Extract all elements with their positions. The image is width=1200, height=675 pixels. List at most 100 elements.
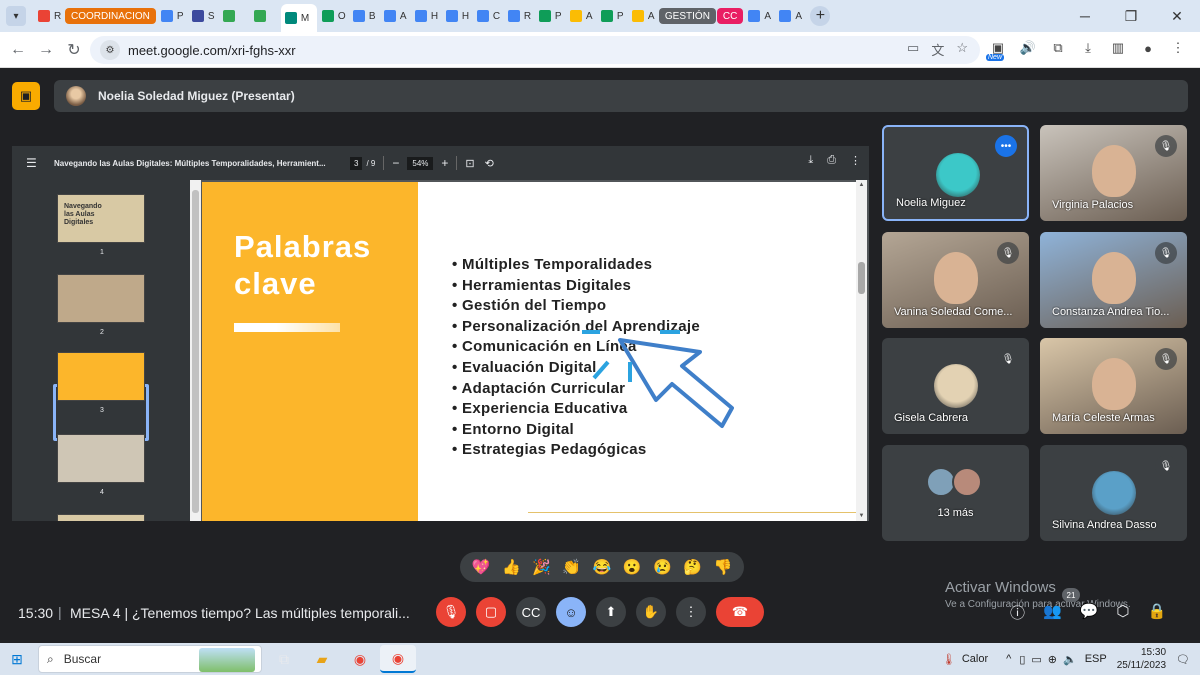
chevron-up-icon[interactable]: ^	[1006, 653, 1011, 665]
minimize-button[interactable]: ─	[1062, 0, 1108, 32]
notifications-icon[interactable]: 🗨	[1176, 653, 1190, 666]
thumbnail-scroll-thumb[interactable]	[192, 190, 199, 513]
network-icon[interactable]: ⊕	[1048, 653, 1057, 666]
browser-tab[interactable]: P	[535, 4, 565, 28]
camera-off-button[interactable]: ▢	[476, 597, 506, 627]
reload-button[interactable]: ↻	[60, 36, 88, 64]
browser-tab[interactable]: A	[566, 4, 596, 28]
more-options-icon[interactable]: ⋮	[850, 154, 861, 167]
browser-tab[interactable]: P	[597, 4, 627, 28]
print-icon[interactable]: ⎙	[827, 154, 836, 167]
participant-tile[interactable]: 13 más	[882, 445, 1029, 541]
forward-button[interactable]: →	[32, 36, 60, 64]
reaction-emoji[interactable]: 👏	[562, 558, 581, 576]
page-scrollbar[interactable]: ▲ ▼	[856, 180, 867, 521]
volume-icon[interactable]: 🔈	[1063, 653, 1077, 666]
participant-tile[interactable]: Constanza Andrea Tio... 🎙	[1040, 232, 1187, 328]
close-window-button[interactable]: ✕	[1154, 0, 1200, 32]
tab-search-button[interactable]: ▾	[6, 6, 26, 26]
participant-tile[interactable]: Silvina Andrea Dasso 🎙	[1040, 445, 1187, 541]
site-info-icon[interactable]: ⚙	[100, 40, 120, 60]
translate-icon[interactable]: 文	[931, 40, 944, 59]
participant-tile[interactable]: Vanina Soledad Come... 🎙	[882, 232, 1029, 328]
download-icon[interactable]: ⤓	[1076, 36, 1100, 60]
browser-tab[interactable]: O	[318, 4, 348, 28]
fit-page-icon[interactable]: ⊡	[465, 157, 474, 170]
browser-menu-icon[interactable]: ⋮	[1166, 36, 1190, 60]
url-field[interactable]: ⚙ meet.google.com/xri-fghs-xxr ▭ 文 ☆	[90, 36, 980, 64]
chat-icon[interactable]: 💬	[1080, 602, 1099, 623]
activities-icon[interactable]: ⬡	[1116, 602, 1129, 623]
page-thumbnail[interactable]	[57, 434, 145, 483]
browser-tab[interactable]	[250, 4, 280, 28]
browser-tab[interactable]: R	[34, 4, 64, 28]
pdf-menu-icon[interactable]: ☰	[26, 156, 46, 170]
page-number-input[interactable]: 3	[350, 156, 363, 170]
audio-icon[interactable]: 🔊	[1016, 36, 1040, 60]
participant-tile[interactable]: Virginia Palacios 🎙	[1040, 125, 1187, 221]
participant-tile[interactable]: María Celeste Armas 🎙	[1040, 338, 1187, 434]
captions-button[interactable]: CC	[516, 597, 546, 627]
chrome-active-icon[interactable]: ◉	[380, 645, 416, 673]
camera-icon[interactable]: ▭	[907, 40, 919, 59]
people-icon[interactable]: 👥	[1043, 602, 1062, 623]
stop-presenting-icon[interactable]: ▣	[12, 82, 40, 110]
browser-tab[interactable]: A	[775, 4, 805, 28]
reaction-emoji[interactable]: 👍	[502, 558, 521, 576]
back-button[interactable]: ←	[4, 36, 32, 64]
extensions-icon[interactable]: ⧉	[1046, 36, 1070, 60]
browser-tab[interactable]: M	[280, 4, 317, 32]
host-controls-icon[interactable]: 🔒	[1148, 602, 1167, 623]
extension-new-icon[interactable]: ▣ New	[986, 36, 1010, 61]
weather-text[interactable]: Calor	[962, 653, 988, 665]
browser-tab[interactable]: S	[188, 4, 218, 28]
browser-tab[interactable]: R	[504, 4, 534, 28]
download-icon[interactable]: ⤓	[808, 154, 813, 167]
zoom-out-button[interactable]: −	[392, 156, 399, 170]
reaction-emoji[interactable]: 👎	[714, 558, 733, 576]
zoom-level[interactable]: 54%	[407, 156, 434, 170]
leave-call-button[interactable]: ☎	[716, 597, 764, 627]
windows-start-icon[interactable]: ⊞	[0, 643, 34, 675]
browser-tab[interactable]: COORDINACION	[65, 8, 156, 24]
browser-tab[interactable]: H	[442, 4, 472, 28]
taskbar-clock[interactable]: 15:30 25/11/2023	[1117, 646, 1166, 672]
zoom-in-button[interactable]: +	[441, 156, 448, 170]
participant-tile[interactable]: Noelia Miguez •••	[882, 125, 1029, 221]
present-button[interactable]: ⬆	[596, 597, 626, 627]
mic-tray-icon[interactable]: ▯	[1019, 653, 1025, 666]
reactions-button[interactable]: ☺	[556, 597, 586, 627]
battery-icon[interactable]: ▭	[1031, 653, 1041, 666]
new-tab-button[interactable]: +	[810, 6, 831, 26]
file-explorer-icon[interactable]: ▰	[304, 645, 340, 673]
chrome-icon[interactable]: ◉	[342, 645, 378, 673]
browser-tab[interactable]: CC	[716, 8, 744, 24]
browser-tab[interactable]	[219, 4, 249, 28]
page-scroll-thumb[interactable]	[858, 262, 865, 294]
browser-tab[interactable]: GESTIÓN	[658, 8, 716, 24]
reaction-emoji[interactable]: 😢	[653, 558, 672, 576]
sidebar-icon[interactable]: ▥	[1106, 36, 1130, 60]
scroll-up-icon[interactable]: ▲	[856, 182, 867, 188]
reaction-emoji[interactable]: 💖	[472, 558, 491, 576]
rotate-icon[interactable]: ⟲	[485, 157, 494, 170]
page-thumbnail[interactable]: Navegando las Aulas Digitales	[57, 194, 145, 243]
browser-tab[interactable]: A	[380, 4, 410, 28]
info-icon[interactable]: ⓘ	[1010, 602, 1025, 623]
task-view-icon[interactable]: ⧉	[266, 645, 302, 673]
more-options-button[interactable]: ⋮	[676, 597, 706, 627]
browser-tab[interactable]: H	[411, 4, 441, 28]
page-thumbnail[interactable]	[57, 274, 145, 323]
page-thumbnail[interactable]	[57, 514, 145, 521]
browser-tab[interactable]: P	[157, 4, 187, 28]
reaction-emoji[interactable]: 😮	[623, 558, 642, 576]
browser-tab[interactable]: A	[744, 4, 774, 28]
bookmark-star-icon[interactable]: ☆	[956, 40, 968, 59]
profile-avatar[interactable]: ●	[1136, 36, 1160, 60]
thumbnail-scrollbar[interactable]	[190, 180, 201, 521]
language-indicator[interactable]: ESP	[1085, 653, 1107, 665]
browser-tab[interactable]: A	[628, 4, 658, 28]
restore-button[interactable]: ❐	[1108, 0, 1154, 32]
mic-off-button[interactable]: 🎙	[436, 597, 466, 627]
tile-more-icon[interactable]: •••	[995, 135, 1017, 157]
